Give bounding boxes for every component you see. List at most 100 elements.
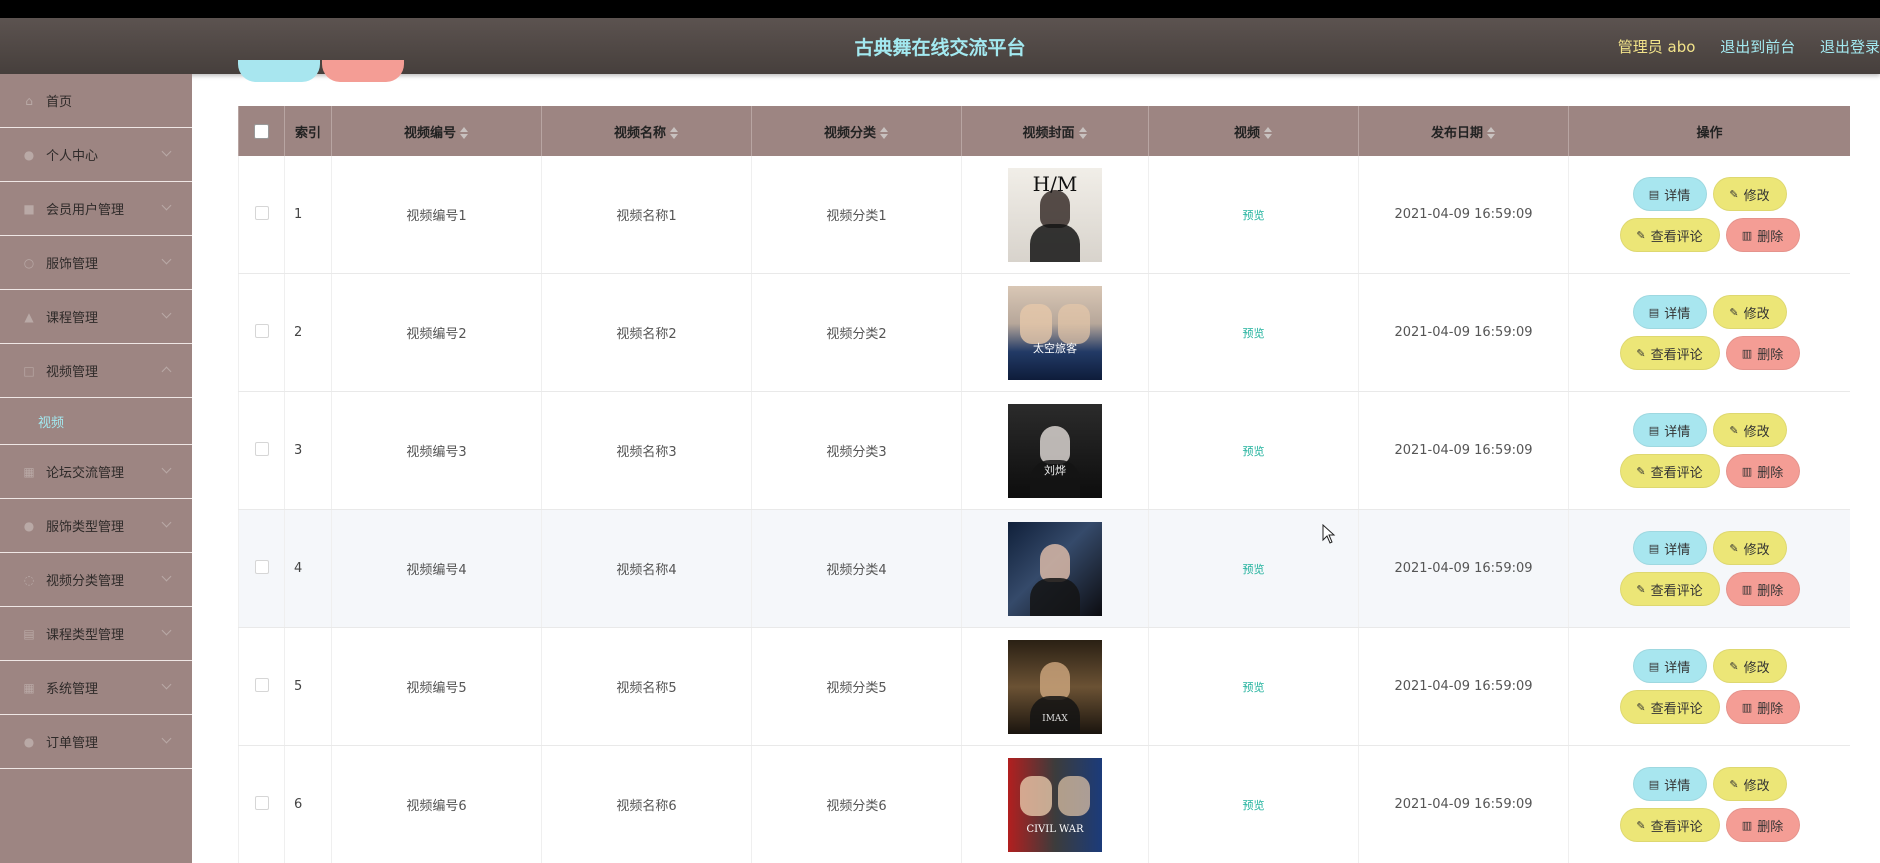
delete-button[interactable]: ▥ 删除 [1725, 808, 1800, 842]
row-checkbox[interactable] [254, 559, 269, 574]
col-category[interactable]: 视频分类 [751, 106, 962, 156]
col-code[interactable]: 视频编号 [331, 106, 542, 156]
exit-to-front-link[interactable]: 退出到前台 [1720, 38, 1795, 56]
actions-row: ▤ 详情 ✎ 修改 [1615, 413, 1805, 447]
edit-button[interactable]: ✎ 修改 [1712, 531, 1787, 565]
ops-cell: ▤ 详情 ✎ 修改 ✎ 查看评论 ▥ 删除 [1568, 273, 1850, 392]
video-cover-image[interactable]: 太空旅客 [1008, 285, 1102, 380]
sidebar-item-video-management[interactable]: □ 视频管理 [0, 344, 192, 398]
edit-button[interactable]: ✎ 修改 [1712, 295, 1787, 329]
delete-button[interactable]: ▥ 删除 [1725, 690, 1800, 724]
chevron-up-icon [161, 366, 172, 377]
chevron-down-icon [161, 733, 172, 744]
edit-button[interactable]: ✎ 修改 [1712, 767, 1787, 801]
col-cover-label: 视频封面 [1022, 125, 1075, 141]
edit-button[interactable]: ✎ 修改 [1712, 177, 1787, 211]
col-cover[interactable]: 视频封面 [961, 106, 1149, 156]
sidebar-item-forum[interactable]: ▦ 论坛交流管理 [0, 445, 192, 499]
detail-button[interactable]: ▤ 详情 [1632, 295, 1707, 329]
detail-button[interactable]: ▤ 详情 [1632, 413, 1707, 447]
logout-link[interactable]: 退出登录 [1820, 38, 1880, 56]
sidebar-item-system[interactable]: ▦ 系统管理 [0, 661, 192, 715]
col-code-label: 视频编号 [403, 125, 456, 141]
video-preview-link[interactable]: 预览 [1243, 799, 1265, 812]
row-checkbox[interactable] [254, 205, 269, 220]
sort-icon[interactable] [460, 127, 469, 139]
name-cell: 视频名称3 [541, 391, 752, 510]
pencil-icon: ✎ [1729, 659, 1739, 673]
col-ops: 操作 [1568, 106, 1850, 156]
sort-icon[interactable] [670, 127, 679, 139]
view-comments-button[interactable]: ✎ 查看评论 [1619, 454, 1720, 488]
header-actions: 管理员 abo 退出到前台 退出登录 [1618, 36, 1880, 57]
sidebar-item-courses[interactable]: ▲ 课程管理 [0, 290, 192, 344]
edit-button-label: 修改 [1743, 424, 1770, 440]
sidebar-item-clothing-types[interactable]: ● 服饰类型管理 [0, 499, 192, 553]
select-all-checkbox[interactable] [254, 123, 269, 139]
sidebar-item-label: 论坛交流管理 [46, 466, 125, 481]
view-comments-button[interactable]: ✎ 查看评论 [1619, 336, 1720, 370]
video-preview-link[interactable]: 预览 [1243, 563, 1265, 576]
delete-button[interactable]: ▥ 删除 [1725, 336, 1800, 370]
view-comments-label: 查看评论 [1650, 347, 1703, 363]
sidebar-item-members[interactable]: ■ 会员用户管理 [0, 182, 192, 236]
view-comments-button[interactable]: ✎ 查看评论 [1619, 218, 1720, 252]
row-checkbox[interactable] [254, 795, 269, 810]
video-cover-image[interactable]: CIVIL WAR [1008, 757, 1102, 852]
video-preview-link[interactable]: 预览 [1243, 445, 1265, 458]
chevron-down-icon [161, 308, 172, 319]
video-preview-link[interactable]: 预览 [1243, 681, 1265, 694]
video-cover-image[interactable]: IMAX [1008, 639, 1102, 734]
delete-button[interactable]: ▥ 删除 [1725, 454, 1800, 488]
sidebar-item-label: 服饰类型管理 [46, 520, 125, 535]
view-comments-button[interactable]: ✎ 查看评论 [1619, 808, 1720, 842]
edit-button[interactable]: ✎ 修改 [1712, 649, 1787, 683]
video-cover-image[interactable]: H/M [1008, 167, 1102, 262]
col-video[interactable]: 视频 [1148, 106, 1359, 156]
detail-button[interactable]: ▤ 详情 [1632, 767, 1707, 801]
actions-row: ✎ 查看评论 ▥ 删除 [1615, 454, 1805, 488]
sidebar-item-personal-center[interactable]: ● 个人中心 [0, 128, 192, 182]
code-cell: 视频编号4 [331, 509, 542, 628]
view-comments-label: 查看评论 [1650, 229, 1703, 245]
code-cell: 视频编号2 [331, 273, 542, 392]
row-checkbox[interactable] [254, 441, 269, 456]
sidebar-item-orders[interactable]: ● 订单管理 [0, 715, 192, 769]
edit-button[interactable]: ✎ 修改 [1712, 413, 1787, 447]
sidebar-item-home[interactable]: ⌂ 首页 [0, 74, 192, 128]
detail-button[interactable]: ▤ 详情 [1632, 531, 1707, 565]
col-index: 索引 [284, 106, 332, 156]
sidebar-subitem-video[interactable]: 视频 [0, 398, 192, 445]
add-button[interactable] [238, 60, 320, 82]
sidebar-item-video-categories[interactable]: ◌ 视频分类管理 [0, 553, 192, 607]
detail-button[interactable]: ▤ 详情 [1632, 649, 1707, 683]
sidebar-item-clothing[interactable]: ○ 服饰管理 [0, 236, 192, 290]
row-select-cell [238, 273, 285, 392]
col-name[interactable]: 视频名称 [541, 106, 752, 156]
video-cover-image[interactable]: 刘烨 [1008, 403, 1102, 498]
delete-button[interactable]: ▥ 删除 [1725, 572, 1800, 606]
row-checkbox[interactable] [254, 677, 269, 692]
view-comments-button[interactable]: ✎ 查看评论 [1619, 572, 1720, 606]
poster-figure-body [1030, 577, 1080, 616]
detail-button[interactable]: ▤ 详情 [1632, 177, 1707, 211]
sort-icon[interactable] [1264, 127, 1273, 139]
video-preview-link[interactable]: 预览 [1243, 327, 1265, 340]
batch-delete-button[interactable] [322, 60, 404, 82]
video-preview-link[interactable]: 预览 [1243, 209, 1265, 222]
sidebar-item-course-types[interactable]: ▤ 课程类型管理 [0, 607, 192, 661]
user-icon: ● [23, 147, 35, 162]
delete-button[interactable]: ▥ 删除 [1725, 218, 1800, 252]
col-date[interactable]: 发布日期 [1358, 106, 1569, 156]
view-comments-button[interactable]: ✎ 查看评论 [1619, 690, 1720, 724]
actions-row: ✎ 查看评论 ▥ 删除 [1615, 572, 1805, 606]
sort-icon[interactable] [880, 127, 889, 139]
name-cell: 视频名称1 [541, 156, 752, 274]
view-comments-label: 查看评论 [1650, 583, 1703, 599]
poster-figure [1040, 425, 1070, 464]
row-checkbox[interactable] [254, 323, 269, 338]
sort-icon[interactable] [1487, 127, 1496, 139]
pencil-icon: ✎ [1636, 346, 1646, 360]
video-cover-image[interactable] [1008, 521, 1102, 616]
sort-icon[interactable] [1078, 127, 1088, 139]
